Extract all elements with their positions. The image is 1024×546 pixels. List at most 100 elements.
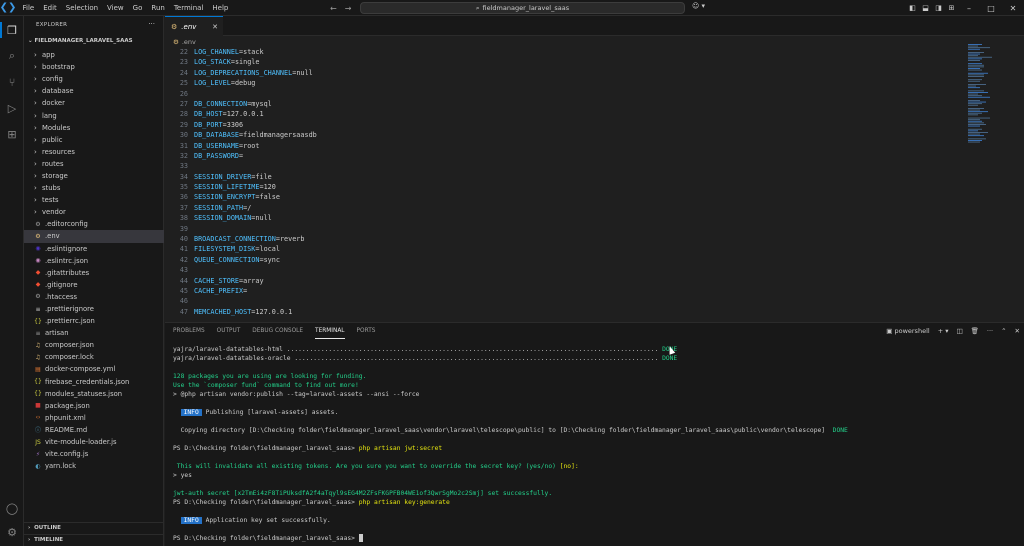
menu-item-help[interactable]: Help	[208, 0, 233, 16]
tree-folder[interactable]: › routes	[24, 158, 164, 170]
env-key: BROADCAST_CONNECTION	[194, 235, 276, 244]
env-key: CACHE_PREFIX	[194, 286, 244, 295]
tree-folder[interactable]: › app	[24, 49, 164, 61]
tree-file[interactable]: ≡ artisan	[24, 327, 164, 339]
minimap-line	[968, 135, 984, 137]
panel-tab-terminal[interactable]: TERMINAL	[315, 324, 345, 339]
toggle-panel-icon[interactable]: ⬓	[919, 4, 932, 12]
command-center-search[interactable]: ⌕ fieldmanager_laravel_saas	[360, 2, 685, 14]
maximize-panel-icon[interactable]: ⌃	[1001, 327, 1006, 335]
tree-folder[interactable]: › public	[24, 134, 164, 146]
breadcrumb-file[interactable]: .env	[182, 38, 196, 46]
extensions-icon[interactable]: ⊞	[4, 126, 20, 142]
tree-file[interactable]: ⚙ .editorconfig	[24, 218, 164, 230]
timeline-section[interactable]: › TIMELINE	[24, 534, 164, 545]
code-line: 47 MEMCACHED_HOST = 127.0.0.1	[165, 307, 962, 317]
layout-icon[interactable]: ⊞	[945, 4, 958, 12]
tree-file[interactable]: ⓘ README.md	[24, 424, 164, 436]
tree-file[interactable]: ⚙ .htaccess	[24, 291, 164, 303]
tree-file[interactable]: ♫ composer.lock	[24, 351, 164, 363]
menu-item-run[interactable]: Run	[147, 0, 169, 16]
maximize-icon[interactable]: □	[980, 4, 1002, 13]
tree-file[interactable]: ‹› phpunit.xml	[24, 412, 164, 424]
back-arrow-icon[interactable]: ←	[330, 4, 337, 13]
tree-file[interactable]: {} modules_statuses.json	[24, 388, 164, 400]
code-line: 30 DB_DATABASE = fieldmanagersaasdb	[165, 130, 962, 140]
trash-icon[interactable]: 🗑	[971, 327, 979, 335]
menu-item-file[interactable]: File	[18, 0, 39, 16]
copilot-icon[interactable]: ☺ ▾	[692, 2, 705, 10]
minimap-line	[968, 122, 984, 124]
tree-file[interactable]: ◉ .eslintignore	[24, 243, 164, 255]
tree-folder[interactable]: › database	[24, 85, 164, 97]
panel-tab-problems[interactable]: PROBLEMS	[173, 323, 205, 339]
tree-file[interactable]: ≡ .prettierignore	[24, 303, 164, 315]
menu-item-go[interactable]: Go	[128, 0, 147, 16]
panel-tab-debug-console[interactable]: DEBUG CONSOLE	[252, 323, 303, 339]
run-debug-icon[interactable]: ▷	[4, 100, 20, 116]
more-actions-icon[interactable]: ···	[148, 20, 155, 28]
forward-arrow-icon[interactable]: →	[345, 4, 352, 13]
toggle-secondary-sidebar-icon[interactable]: ◨	[932, 4, 945, 12]
menu-item-edit[interactable]: Edit	[39, 0, 62, 16]
code-line: 46	[165, 296, 962, 306]
menu-item-selection[interactable]: Selection	[61, 0, 102, 16]
more-icon[interactable]: ···	[987, 327, 993, 335]
tree-folder[interactable]: › storage	[24, 170, 164, 182]
tree-file[interactable]: ♫ composer.json	[24, 339, 164, 351]
menu-item-view[interactable]: View	[103, 0, 129, 16]
close-tab-icon[interactable]: ✕	[212, 23, 218, 31]
tree-file[interactable]: ⚡ vite.config.js	[24, 448, 164, 460]
chevron-right-icon: ›	[34, 63, 37, 72]
code-line: 36 SESSION_ENCRYPT = false	[165, 192, 962, 202]
env-value: single	[234, 58, 260, 67]
settings-gear-icon[interactable]: ⚙	[4, 524, 20, 540]
minimap[interactable]	[962, 36, 1024, 322]
tree-folder[interactable]: › resources	[24, 146, 164, 158]
tab-env[interactable]: ⚙ .env ✕	[165, 16, 223, 36]
tree-file[interactable]: {} .prettierrc.json	[24, 315, 164, 327]
tree-folder[interactable]: › lang	[24, 109, 164, 121]
tree-folder[interactable]: › vendor	[24, 206, 164, 218]
tree-file[interactable]: {} firebase_credentials.json	[24, 376, 164, 388]
terminal-shell[interactable]: ▣ powershell	[886, 327, 929, 335]
close-window-icon[interactable]: ✕	[1002, 4, 1024, 13]
tree-folder[interactable]: › tests	[24, 194, 164, 206]
tree-item-label: package.json	[45, 401, 90, 410]
tree-folder[interactable]: › stubs	[24, 182, 164, 194]
tree-item-label: bootstrap	[42, 63, 75, 72]
code-line: 22 LOG_CHANNEL = stack	[165, 47, 962, 57]
tree-file[interactable]: JS vite-module-loader.js	[24, 436, 164, 448]
panel-tab-ports[interactable]: PORTS	[357, 323, 376, 339]
tree-folder[interactable]: › config	[24, 73, 164, 85]
account-icon[interactable]: ◯	[4, 500, 20, 516]
minimap-line	[968, 63, 982, 65]
tree-file[interactable]: ■ package.json	[24, 400, 164, 412]
menu-item-terminal[interactable]: Terminal	[169, 0, 208, 16]
close-panel-icon[interactable]: ✕	[1015, 327, 1020, 335]
tree-file[interactable]: ◐ yarn.lock	[24, 460, 164, 472]
search-view-icon[interactable]: ⌕	[4, 48, 20, 64]
tree-file[interactable]: ▤ docker-compose.yml	[24, 363, 164, 375]
explorer-icon[interactable]: ❐	[4, 22, 20, 38]
source-control-icon[interactable]: ⑂	[4, 74, 20, 90]
code-editor[interactable]: 22 LOG_CHANNEL = stack 23 LOG_STACK = single 24 L…	[165, 47, 962, 322]
minimize-icon[interactable]: –	[958, 4, 980, 13]
tree-file[interactable]: ◉ .eslintrc.json	[24, 255, 164, 267]
outline-section[interactable]: › OUTLINE	[24, 522, 164, 533]
env-key: SESSION_DOMAIN	[194, 214, 252, 223]
toggle-sidebar-icon[interactable]: ◧	[906, 4, 919, 12]
tree-folder[interactable]: › Modules	[24, 122, 164, 134]
tree-file[interactable]: ◆ .gitignore	[24, 279, 164, 291]
panel-tab-output[interactable]: OUTPUT	[217, 323, 241, 339]
tree-item-label: .gitignore	[45, 280, 78, 289]
workspace-folder[interactable]: ⌄ FIELDMANAGER_LARAVEL_SAAS	[28, 38, 133, 44]
tree-file[interactable]: ⚙ .env	[24, 230, 164, 243]
env-value: root	[243, 141, 260, 150]
tree-folder[interactable]: › docker	[24, 97, 164, 109]
new-terminal-icon[interactable]: + ▾	[938, 327, 949, 335]
env-key: DB_PASSWORD	[194, 151, 240, 160]
tree-folder[interactable]: › bootstrap	[24, 61, 164, 73]
tree-file[interactable]: ◆ .gitattributes	[24, 267, 164, 279]
split-terminal-icon[interactable]: ◫	[956, 327, 962, 335]
